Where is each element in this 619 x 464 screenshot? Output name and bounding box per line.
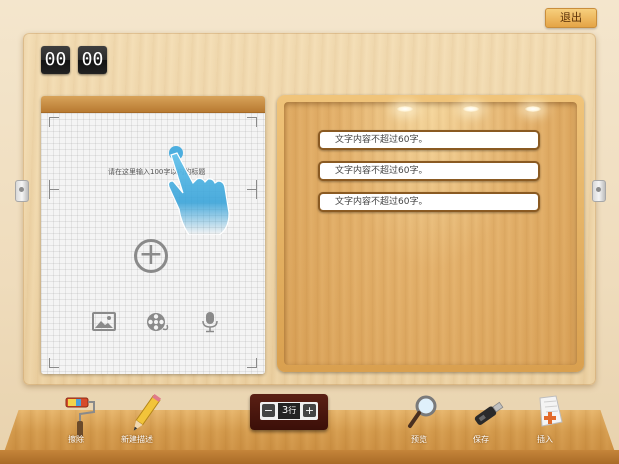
answer-item-2[interactable]: 文字内容不超过60字。: [318, 161, 540, 181]
crop-mark: [247, 358, 257, 368]
exit-button[interactable]: 退出: [545, 8, 597, 28]
new-description-tool-label: 新建描述: [121, 435, 153, 444]
row-count-value: 3行: [278, 403, 300, 419]
stepper-face: − 3行 +: [260, 402, 318, 420]
tap-hand-icon: [163, 143, 233, 236]
preview-tool-label: 预览: [411, 435, 427, 444]
paint-roller-icon: [65, 397, 95, 437]
eraser-tool-button[interactable]: [60, 392, 104, 440]
answer-item-1[interactable]: 文字内容不超过60字。: [318, 130, 540, 150]
crop-mark: [247, 189, 257, 199]
notepad-header: [41, 96, 265, 113]
row-count-stepper: − 3行 +: [250, 394, 328, 430]
row-count-unit: 行: [288, 406, 297, 415]
crop-mark: [49, 358, 59, 368]
row-increase-button[interactable]: +: [303, 404, 316, 417]
insert-tool-button[interactable]: [528, 392, 572, 440]
add-media-button[interactable]: +: [134, 239, 168, 273]
crop-mark: [49, 189, 59, 199]
answer-item-3[interactable]: 文字内容不超过60字。: [318, 192, 540, 212]
crop-mark: [49, 117, 59, 127]
microphone-icon[interactable]: [198, 311, 222, 333]
usb-drive-icon: [474, 401, 504, 425]
video-reel-icon[interactable]: [145, 311, 169, 333]
save-tool-button[interactable]: [466, 392, 510, 440]
new-description-tool-button[interactable]: [122, 392, 166, 440]
bottom-shelf-edge: [0, 450, 619, 464]
magnifier-icon: [408, 395, 437, 428]
timer-seconds: 00: [78, 46, 107, 74]
image-icon[interactable]: [92, 311, 116, 333]
insert-document-icon: [539, 395, 563, 427]
preview-tool-button[interactable]: [402, 392, 446, 440]
crop-mark: [247, 117, 257, 127]
eraser-tool-label: 擦除: [68, 435, 84, 444]
timer-minutes: 00: [41, 46, 70, 74]
spotlight-icon: [463, 106, 479, 112]
save-tool-label: 保存: [473, 435, 489, 444]
row-decrease-button[interactable]: −: [262, 404, 275, 417]
pencil-icon: [133, 394, 162, 431]
spotlight-icon: [525, 106, 541, 112]
right-hinge: [592, 180, 606, 202]
left-hinge: [15, 180, 29, 202]
spotlight-icon: [397, 106, 413, 112]
insert-tool-label: 插入: [537, 435, 553, 444]
